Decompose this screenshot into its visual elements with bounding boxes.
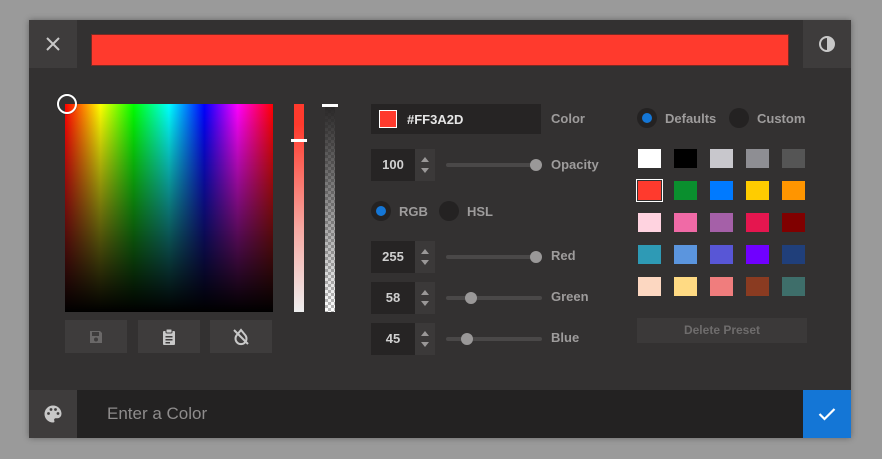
no-color-button[interactable] (210, 320, 272, 353)
saturation-value-field[interactable] (65, 104, 273, 312)
save-preset-button[interactable] (65, 320, 127, 353)
contrast-icon (819, 36, 835, 52)
preset-swatch[interactable] (636, 179, 663, 202)
footer-bar (29, 390, 851, 438)
preset-swatch[interactable] (710, 245, 733, 264)
preset-swatch[interactable] (674, 245, 697, 264)
confirm-button[interactable] (803, 390, 851, 438)
preset-swatch[interactable] (638, 277, 661, 296)
rgb-mode-label: RGB (399, 204, 428, 219)
red-spinner[interactable] (415, 241, 435, 273)
opacity-stepper[interactable]: 100 (371, 149, 435, 181)
custom-label: Custom (757, 111, 806, 126)
preset-swatch[interactable] (746, 213, 769, 232)
blue-slider-knob[interactable] (460, 333, 473, 345)
red-stepper[interactable]: 255 (371, 241, 435, 273)
red-label: Red (551, 248, 576, 263)
alpha-slider[interactable] (325, 104, 335, 312)
alpha-slider-handle[interactable] (322, 104, 338, 107)
hex-field[interactable]: #FF3A2D (371, 104, 541, 134)
hsl-mode-label: HSL (467, 204, 493, 219)
blue-label: Blue (551, 330, 580, 345)
hsl-mode-radio[interactable] (439, 201, 459, 221)
preset-swatch[interactable] (674, 181, 697, 200)
color-field-cursor[interactable] (57, 94, 77, 114)
defaults-label: Defaults (665, 111, 717, 126)
preset-swatch[interactable] (746, 245, 769, 264)
preset-swatch[interactable] (638, 149, 661, 168)
custom-preset-radio[interactable] (729, 108, 749, 128)
close-icon (46, 37, 60, 51)
defaults-preset-radio[interactable] (637, 108, 657, 128)
red-slider-knob[interactable] (530, 251, 542, 263)
preset-swatch[interactable] (710, 277, 733, 296)
opacity-label: Opacity (551, 157, 599, 172)
opacity-slider[interactable] (446, 159, 542, 171)
preset-swatch[interactable] (674, 213, 697, 232)
preset-swatch[interactable] (782, 245, 805, 264)
blue-slider[interactable] (446, 333, 542, 345)
green-spinner[interactable] (415, 282, 435, 314)
preset-swatch[interactable] (782, 181, 805, 200)
hex-color-swatch (379, 110, 397, 128)
color-preview-bar (91, 34, 789, 66)
clipboard-icon (163, 328, 175, 345)
preset-swatch[interactable] (746, 277, 769, 296)
blue-value[interactable]: 45 (371, 323, 415, 355)
green-slider-knob[interactable] (465, 292, 478, 304)
invert-colors-off-icon (233, 327, 249, 345)
opacity-spinner[interactable] (415, 149, 435, 181)
green-label: Green (551, 289, 589, 304)
preset-swatch[interactable] (710, 181, 733, 200)
preset-swatch[interactable] (674, 149, 697, 168)
hue-slider-handle[interactable] (291, 139, 307, 142)
blue-stepper[interactable]: 45 (371, 323, 435, 355)
preset-swatch[interactable] (638, 213, 661, 232)
color-input[interactable] (77, 390, 803, 438)
hue-slider[interactable] (294, 104, 304, 312)
preset-swatch[interactable] (710, 149, 733, 168)
hex-value[interactable]: #FF3A2D (407, 112, 463, 127)
preset-swatch[interactable] (782, 149, 805, 168)
green-value[interactable]: 58 (371, 282, 415, 314)
color-picker-dialog: #FF3A2D Color 100 Opacity RGB HSL 255 Re… (29, 20, 851, 438)
green-stepper[interactable]: 58 (371, 282, 435, 314)
palette-icon (44, 405, 62, 423)
preset-swatch[interactable] (782, 277, 805, 296)
contrast-button[interactable] (803, 20, 851, 68)
save-icon (90, 330, 102, 343)
rgb-mode-radio[interactable] (371, 201, 391, 221)
color-label: Color (551, 111, 585, 126)
close-button[interactable] (29, 20, 77, 68)
check-icon (818, 408, 836, 421)
opacity-value[interactable]: 100 (371, 149, 415, 181)
green-slider[interactable] (446, 292, 542, 304)
red-slider[interactable] (446, 251, 542, 263)
delete-preset-button[interactable]: Delete Preset (637, 318, 807, 343)
preset-swatch[interactable] (674, 277, 697, 296)
preset-swatch[interactable] (638, 245, 661, 264)
preset-swatch[interactable] (782, 213, 805, 232)
preset-swatch[interactable] (710, 213, 733, 232)
palette-button[interactable] (29, 390, 77, 438)
preset-swatch[interactable] (746, 181, 769, 200)
paste-button[interactable] (138, 320, 200, 353)
preset-swatch[interactable] (746, 149, 769, 168)
blue-spinner[interactable] (415, 323, 435, 355)
opacity-slider-knob[interactable] (530, 159, 542, 171)
red-value[interactable]: 255 (371, 241, 415, 273)
